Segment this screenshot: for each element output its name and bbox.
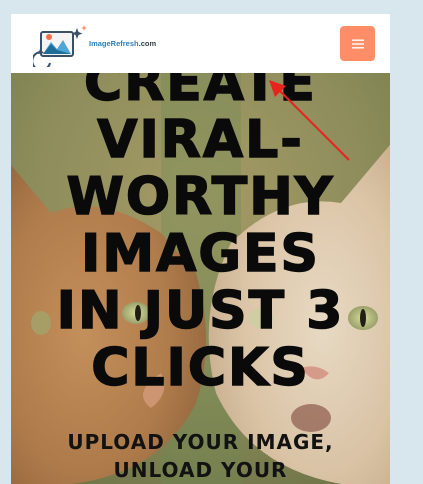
browser-viewport: ImageRefresh.com CREATE VIRAL- WORTHY IM…	[11, 14, 390, 484]
hero-section: CREATE VIRAL- WORTHY IMAGES IN JUST 3 CL…	[11, 73, 390, 484]
hamburger-menu-icon	[351, 39, 364, 48]
hero-headline: CREATE VIRAL- WORTHY IMAGES IN JUST 3 CL…	[11, 73, 390, 397]
logo-text: ImageRefresh.com	[89, 39, 157, 48]
headline-line: IMAGES	[80, 224, 320, 284]
subheadline-line: UPLOAD YOUR IMAGE,	[67, 430, 334, 454]
headline-line: CLICKS	[90, 338, 310, 398]
subheadline-line: UNLOAD YOUR	[113, 458, 288, 482]
headline-line: VIRAL-	[96, 110, 304, 170]
headline-line: IN JUST 3	[56, 281, 345, 341]
hero-subheadline: UPLOAD YOUR IMAGE, UNLOAD YOUR	[11, 428, 390, 484]
site-header: ImageRefresh.com	[11, 14, 390, 73]
menu-toggle-button[interactable]	[340, 26, 375, 61]
site-logo[interactable]: ImageRefresh.com	[31, 22, 168, 71]
headline-line: WORTHY	[66, 167, 335, 227]
image-refresh-logo-icon	[31, 22, 89, 71]
headline-line: CREATE	[83, 73, 317, 113]
